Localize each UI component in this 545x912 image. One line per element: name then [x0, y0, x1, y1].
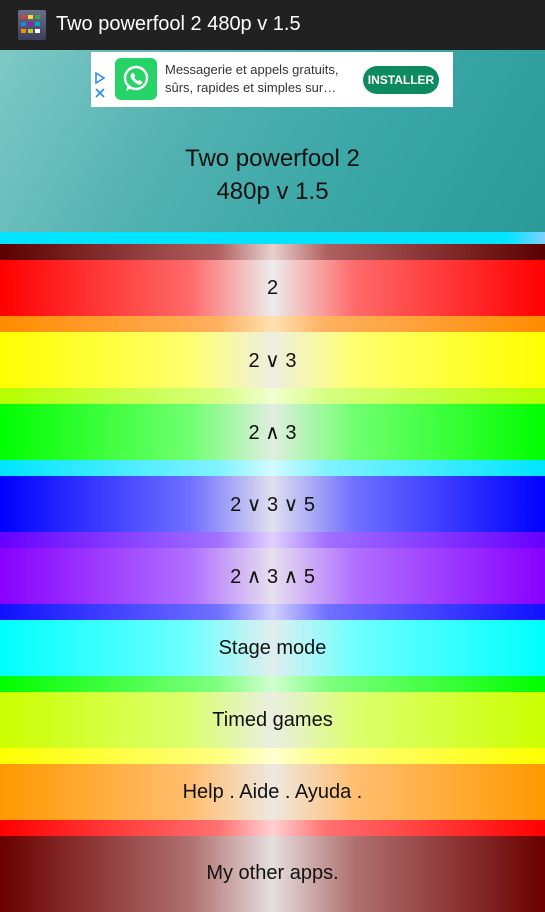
stripe-lime [0, 388, 545, 404]
stripe-orange [0, 316, 545, 332]
stripe-red [0, 820, 545, 836]
ad-text-line1: Messagerie et appels gratuits, [165, 62, 339, 77]
stripe-cyan [0, 460, 545, 476]
stripe-green [0, 676, 545, 692]
menu-button-stage-mode[interactable]: Stage mode [0, 620, 545, 676]
menu-button-2-and-3-and-5[interactable]: 2 ∧ 3 ∧ 5 [0, 548, 545, 604]
menu-button-other-apps[interactable]: My other apps. [0, 836, 545, 912]
adchoices-icon[interactable] [94, 71, 106, 102]
app-icon [18, 10, 46, 40]
header-panel: Messagerie et appels gratuits, sûrs, rap… [0, 50, 545, 232]
menu-button-timed-games[interactable]: Timed games [0, 692, 545, 748]
stripe-blue [0, 604, 545, 620]
page-title-line2: 480p v 1.5 [216, 178, 329, 205]
ad-banner[interactable]: Messagerie et appels gratuits, sûrs, rap… [91, 52, 453, 107]
title-bar: Two powerfool 2 480p v 1.5 [0, 0, 545, 50]
ad-text: Messagerie et appels gratuits, sûrs, rap… [165, 61, 355, 97]
app-title: Two powerfool 2 480p v 1.5 [56, 13, 301, 35]
ad-text-line2: sûrs, rapides et simples sur… [165, 80, 337, 95]
page-title-line1: Two powerfool 2 [185, 145, 360, 172]
stripe-purple [0, 532, 545, 548]
stripe-maroon [0, 244, 545, 260]
menu-button-2-or-3[interactable]: 2 ∨ 3 [0, 332, 545, 388]
separator [0, 232, 545, 244]
menu-button-2-and-3[interactable]: 2 ∧ 3 [0, 404, 545, 460]
whatsapp-icon [115, 58, 157, 100]
install-button[interactable]: INSTALLER [363, 66, 439, 94]
menu-button-help[interactable]: Help . Aide . Ayuda . [0, 764, 545, 820]
menu-button-2-or-3-or-5[interactable]: 2 ∨ 3 ∨ 5 [0, 476, 545, 532]
stripe-yellow [0, 748, 545, 764]
page-title: Two powerfool 2 480p v 1.5 [0, 142, 545, 208]
menu-button-2[interactable]: 2 [0, 260, 545, 316]
